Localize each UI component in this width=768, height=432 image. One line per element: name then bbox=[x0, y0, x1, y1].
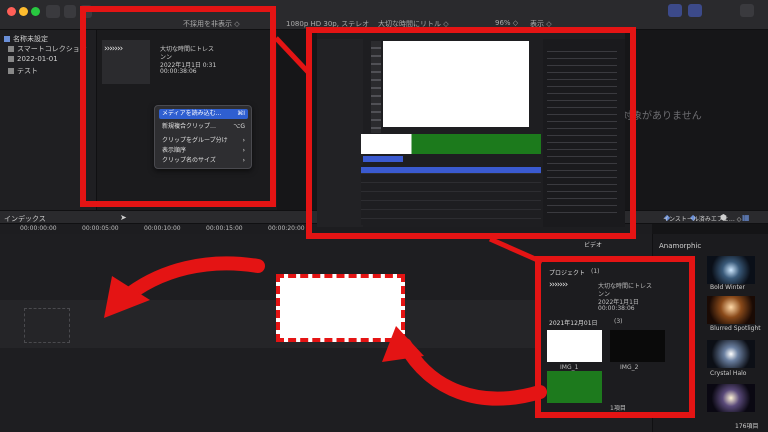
app-window: 不採用を非表示 ◇ 1080p HD 30p, ステレオ 大切な時間にリトル ◇… bbox=[0, 0, 768, 432]
annotation-arrows bbox=[104, 36, 547, 406]
connector-line-bottom bbox=[488, 236, 544, 265]
bottom-arrow-curve bbox=[398, 338, 547, 406]
bottom-arrowhead bbox=[382, 326, 424, 362]
left-arrow-curve bbox=[115, 256, 265, 307]
connector-line-top bbox=[274, 36, 310, 74]
